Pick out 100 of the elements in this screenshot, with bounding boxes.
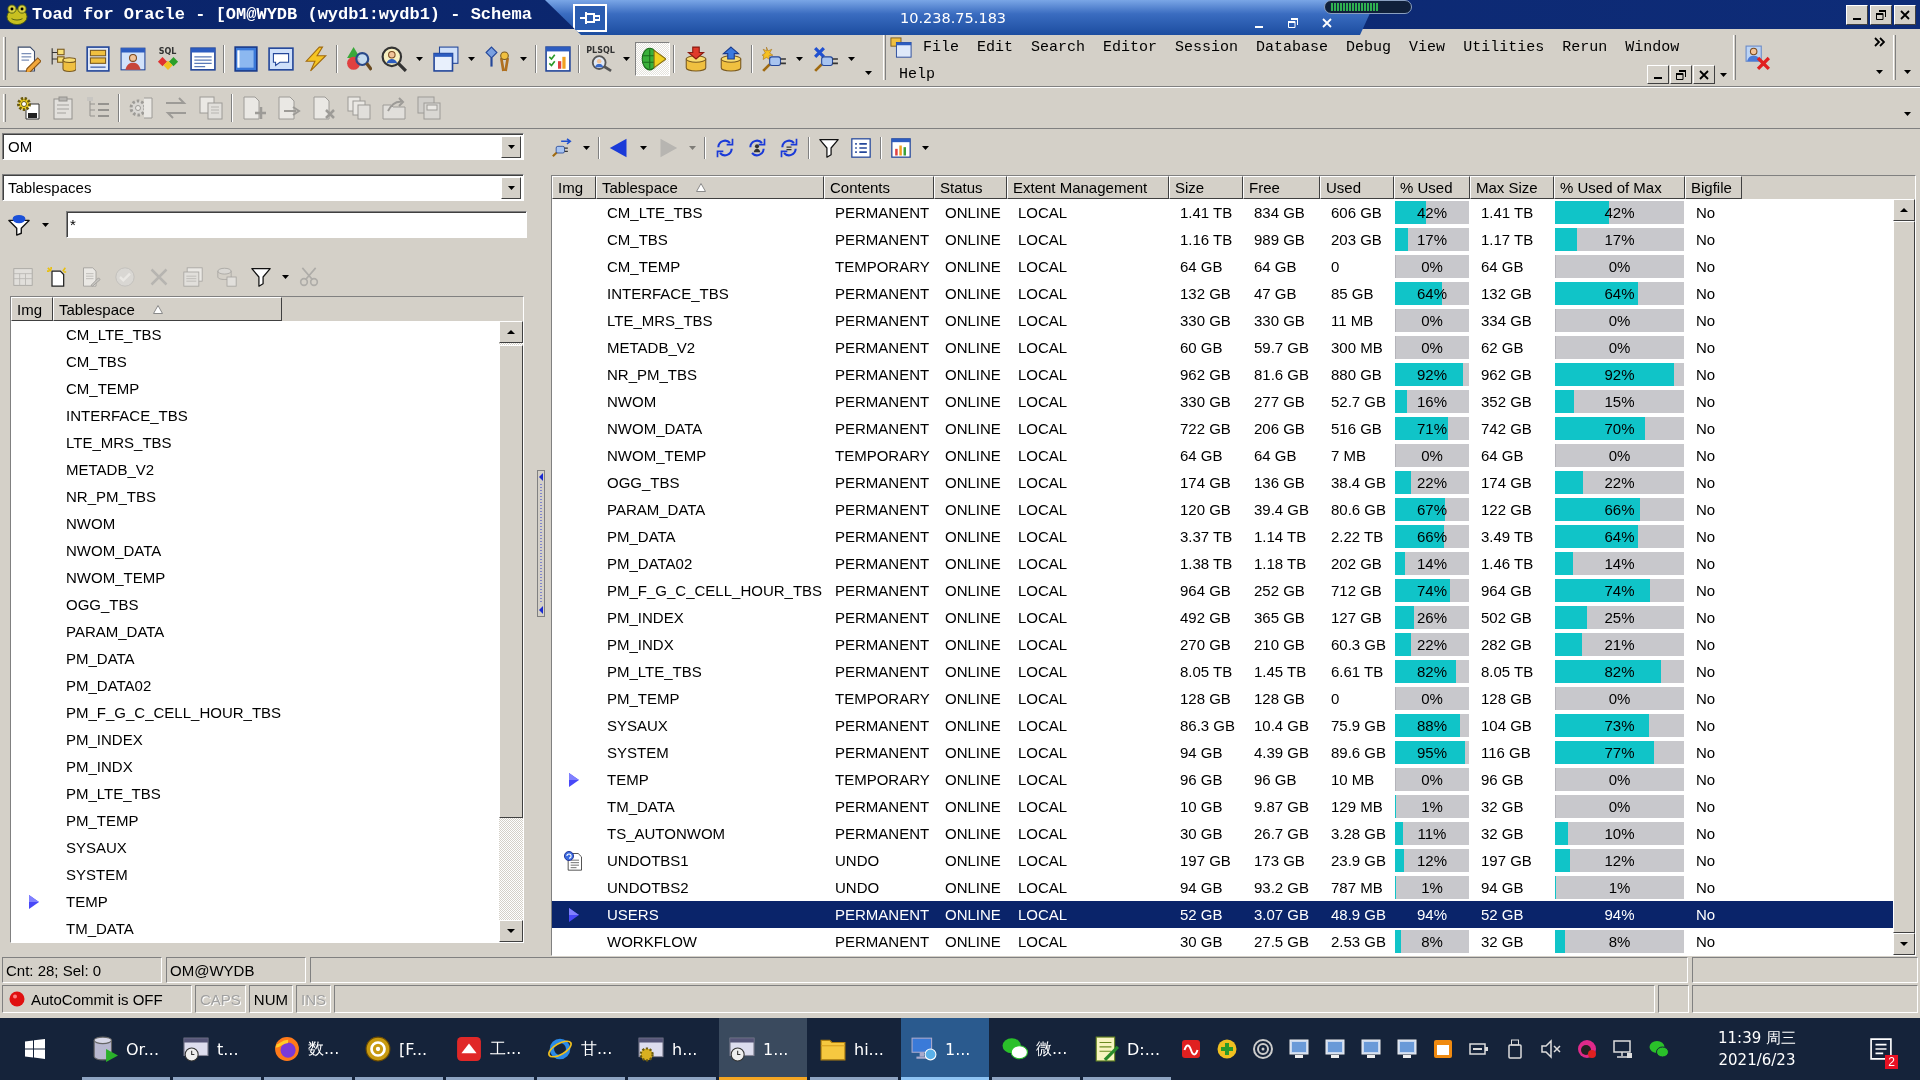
column-header[interactable]: Max Size — [1470, 176, 1554, 199]
taskbar-button[interactable]: Or... — [82, 1018, 170, 1080]
column-header[interactable]: Free — [1243, 176, 1320, 199]
more-button[interactable] — [1871, 35, 1887, 49]
menu-item[interactable]: Session — [1166, 36, 1248, 59]
speaker-muted-icon[interactable] — [1541, 1039, 1561, 1059]
notification-button[interactable]: 2 — [1862, 1018, 1900, 1080]
dropdown-button[interactable] — [501, 176, 521, 199]
column-header[interactable]: Size — [1169, 176, 1243, 199]
column-header[interactable]: Img — [11, 297, 53, 321]
network-icon[interactable] — [1613, 1039, 1633, 1059]
column-header[interactable]: Tablespace — [53, 297, 282, 321]
tablespace-name[interactable]: PM_F_G_C_CELL_HOUR_TBS — [66, 704, 282, 721]
schema-dropdown[interactable]: OM — [2, 133, 524, 160]
tablespace-name[interactable]: PARAM_DATA — [66, 623, 165, 640]
tablespace-name[interactable]: CM_LTE_TBS — [66, 326, 162, 343]
column-header[interactable]: % Used of Max — [1554, 176, 1685, 199]
monitor-icon[interactable] — [1289, 1039, 1309, 1059]
tablespace-name[interactable]: PM_TEMP — [66, 812, 139, 829]
usb-drive-icon[interactable] — [1505, 1039, 1525, 1059]
child-restore-button[interactable] — [1670, 65, 1692, 84]
tablespace-name[interactable]: CM_TBS — [66, 353, 127, 370]
splitter-handle[interactable] — [536, 469, 545, 617]
scroll-down-button[interactable] — [1893, 933, 1915, 955]
chat-bubbles-icon[interactable] — [1649, 1039, 1669, 1059]
object-type-dropdown[interactable]: Tablespaces — [2, 174, 524, 201]
dropdown-button[interactable] — [501, 135, 521, 158]
menu-item[interactable]: Window — [1616, 36, 1689, 59]
taskbar-button[interactable]: D:... — [1083, 1018, 1171, 1080]
tablespace-name[interactable]: TEMP — [66, 893, 108, 910]
tablespace-name[interactable]: PM_DATA — [66, 650, 135, 667]
filter-field[interactable]: * — [66, 211, 527, 238]
scroll-down-button[interactable] — [499, 920, 523, 942]
window-tile-icon[interactable] — [1433, 1039, 1453, 1059]
menu-item[interactable]: Help — [890, 63, 944, 86]
monitor-icon[interactable] — [1397, 1039, 1417, 1059]
wave-tile-icon[interactable] — [1181, 1039, 1201, 1059]
child-minimize-button[interactable] — [1647, 65, 1669, 84]
taskbar-button[interactable]: 甘... — [537, 1018, 625, 1080]
menu-item[interactable]: Search — [1022, 36, 1095, 59]
tablespace-name[interactable]: NWOM_TEMP — [66, 569, 166, 586]
column-header[interactable]: Status — [934, 176, 1007, 199]
tablespace-name[interactable]: SYSAUX — [66, 839, 127, 856]
clock-time[interactable]: 11:39 周三 — [1718, 1027, 1796, 1049]
restore-button[interactable] — [1870, 4, 1892, 25]
scrollbar[interactable] — [499, 321, 523, 942]
menu-item[interactable]: Editor — [1094, 36, 1167, 59]
tablespace-name[interactable]: METADB_V2 — [66, 461, 155, 478]
scroll-up-button[interactable] — [1893, 199, 1915, 221]
taskbar-button[interactable]: 数... — [264, 1018, 352, 1080]
toolbar-button[interactable]: SQL — [150, 41, 185, 76]
tablespace-name[interactable]: SYSTEM — [66, 866, 128, 883]
close-button[interactable] — [1894, 4, 1916, 25]
scrollbar-thumb[interactable] — [499, 345, 523, 818]
target-icon[interactable] — [1253, 1039, 1273, 1059]
minimize-button[interactable] — [1846, 4, 1868, 25]
tablespace-name[interactable]: PM_INDX — [66, 758, 133, 775]
column-header[interactable]: Used — [1320, 176, 1394, 199]
scroll-up-button[interactable] — [499, 321, 523, 343]
column-header[interactable]: Tablespace — [596, 176, 824, 199]
column-header[interactable]: Contents — [824, 176, 934, 199]
tablespace-name[interactable]: NWOM — [66, 515, 116, 532]
tablespace-name[interactable]: PM_LTE_TBS — [66, 785, 161, 802]
tablespace-name[interactable]: CM_TEMP — [66, 380, 140, 397]
monitor-icon[interactable] — [1361, 1039, 1381, 1059]
column-header[interactable]: % Used — [1394, 176, 1470, 199]
taskbar-button[interactable]: t... — [173, 1018, 261, 1080]
menu-item[interactable]: Edit — [968, 36, 1023, 59]
taskbar-button[interactable]: [F... — [355, 1018, 443, 1080]
pin-button[interactable] — [573, 3, 607, 32]
menu-item[interactable]: Database — [1247, 36, 1338, 59]
taskbar-button[interactable]: 1... — [719, 1018, 807, 1080]
taskbar-button[interactable]: 1... — [901, 1018, 989, 1080]
tablespace-name[interactable]: LTE_MRS_TBS — [66, 434, 172, 451]
tablespace-name[interactable]: PM_INDEX — [66, 731, 143, 748]
toolbar-button[interactable]: PLSQL — [583, 41, 618, 76]
tablespace-name[interactable]: INTERFACE_TBS — [66, 407, 188, 424]
clock-date[interactable]: 2021/6/23 — [1718, 1049, 1796, 1071]
table-row[interactable]: USERS PERMANENT ONLINE LOCAL 52 GB 3.07 GB 48.9 GB 94% 52 GB 94% No — [552, 901, 1893, 928]
tablespace-name[interactable]: TM_DATA — [66, 920, 134, 937]
menu-item[interactable]: Debug — [1337, 36, 1401, 59]
tablespace-name[interactable]: NWOM_DATA — [66, 542, 162, 559]
taskbar-button[interactable]: 微... — [992, 1018, 1080, 1080]
tablespace-name[interactable]: PM_DATA02 — [66, 677, 152, 694]
taskbar-button[interactable]: h... — [628, 1018, 716, 1080]
column-header[interactable]: Img — [552, 176, 596, 199]
taskbar-button[interactable]: hi... — [810, 1018, 898, 1080]
plus-circle-icon[interactable] — [1217, 1039, 1237, 1059]
window-pair-icon[interactable] — [890, 36, 912, 59]
menu-item[interactable]: File — [914, 36, 968, 59]
app-circle-icon[interactable] — [1577, 1039, 1597, 1059]
column-header[interactable]: Extent Management — [1007, 176, 1169, 199]
column-header[interactable]: Bigfile — [1685, 176, 1742, 199]
child-close-button[interactable] — [1693, 65, 1715, 84]
taskbar-button[interactable]: 工... — [446, 1018, 534, 1080]
monitor-icon[interactable] — [1325, 1039, 1345, 1059]
tablespace-name[interactable]: NR_PM_TBS — [66, 488, 157, 505]
menu-item[interactable]: View — [1400, 36, 1455, 59]
menu-item[interactable]: Rerun — [1553, 36, 1617, 59]
menu-item[interactable]: Utilities — [1454, 36, 1554, 59]
